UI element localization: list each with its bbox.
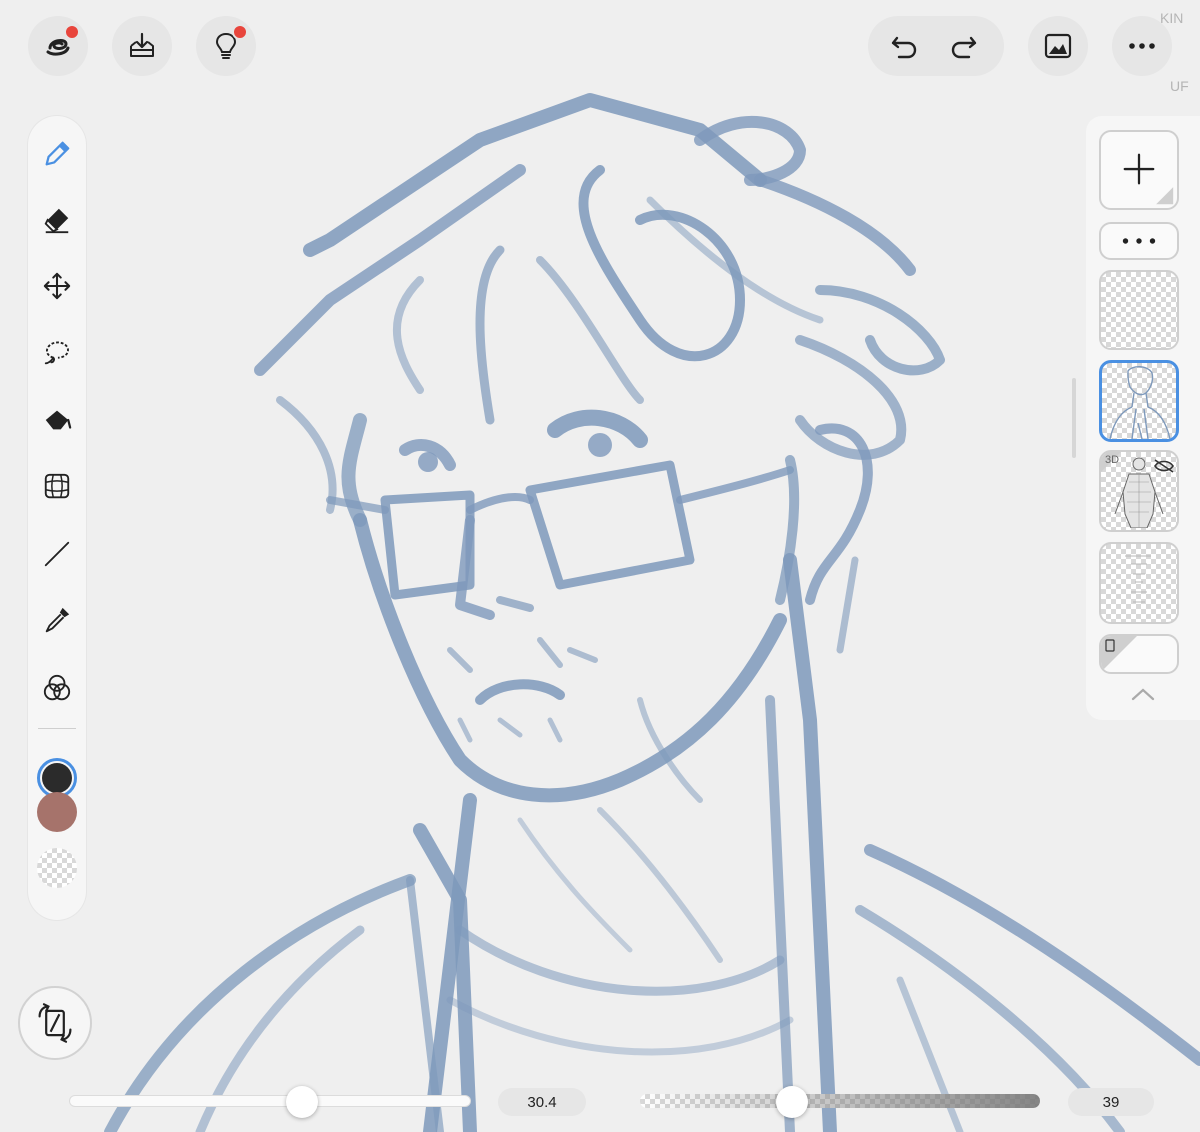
sketch-stroke [475,245,505,425]
sketch-stroke [475,679,565,705]
notes-thumbnail [1125,555,1151,603]
tool-move[interactable] [37,266,77,306]
lasso-icon [44,341,69,365]
color-blend-icon [43,674,71,701]
panel-scroll-handle[interactable] [1072,378,1076,458]
paper-layer[interactable] [1099,634,1179,674]
layer-thumbnail-active[interactable] [1099,360,1179,442]
tool-eyedropper[interactable] [37,600,77,640]
tool-lasso[interactable] [37,332,77,372]
sketch-stroke [896,976,964,1132]
sketch-stroke [276,396,337,514]
sketch-stroke [326,496,389,514]
sketch-stroke [380,490,475,600]
paint-bucket-icon [45,410,72,430]
more-horizontal-icon [1129,43,1155,49]
notification-dot [232,24,248,40]
margin-note: KIN [1160,10,1184,26]
brush-size-value[interactable]: 30.4 [498,1088,586,1116]
brush-icon [45,141,70,166]
more-button[interactable] [1112,16,1172,76]
undo-icon [891,36,917,59]
notification-dot [64,24,80,40]
brush-opacity-slider[interactable] [640,1094,1040,1108]
move-arrows-icon [43,272,71,300]
sketch-stroke [783,553,837,1132]
secondary-color-swatch[interactable] [37,792,77,832]
layer-3d-tag: 3D [1105,454,1120,466]
brush-opacity-slider-knob[interactable] [776,1086,808,1118]
sketch-stroke [836,556,859,654]
grid-transform-icon [44,473,70,499]
sketch-stroke [446,996,794,1056]
toolbar-divider [38,728,76,729]
sketch-stroke [455,515,495,620]
sketch-stroke [525,460,695,590]
drawing-canvas[interactable] [0,0,1200,1132]
brush-size-slider[interactable] [70,1096,470,1106]
save-download-icon [130,32,154,57]
tool-brush[interactable] [37,134,77,174]
hidden-eye-icon [1154,459,1174,473]
device-rotate-icon [38,1003,72,1043]
brush-opacity-value[interactable]: 39 [1068,1088,1154,1116]
tool-bar [28,116,86,920]
layers-panel: 3D [1086,116,1200,720]
sketch-stroke [104,874,416,1132]
sketch-stroke [676,466,794,504]
sketch-stroke [353,513,787,803]
collapse-layers-button[interactable] [1128,684,1158,704]
brush-size-slider-knob[interactable] [286,1086,318,1118]
add-layer-button[interactable] [1099,130,1179,210]
app-logo-button[interactable] [28,16,88,76]
tool-transform[interactable] [37,466,77,506]
sketch-stroke [588,433,612,457]
undo-button[interactable] [874,16,934,76]
layer-thumbnail-3d[interactable]: 3D [1099,450,1179,532]
more-horizontal-icon [1122,238,1156,244]
layer-options-button[interactable] [1099,222,1179,260]
transparent-color-swatch[interactable] [37,848,77,888]
margin-note: UF [1170,78,1189,94]
tool-line[interactable] [37,534,77,574]
swap-hands-button[interactable] [18,986,92,1060]
sketch-stroke [765,695,795,1132]
sketch-stroke [392,276,424,394]
sketch-stroke [517,817,633,953]
sketch-stroke [536,256,644,404]
sketch-thumbnail [1109,366,1171,439]
chevron-up-icon [1131,688,1155,701]
sketch-stroke [754,174,916,276]
tips-button[interactable] [196,16,256,76]
sketch-stroke [406,876,444,1132]
paper-icon [1101,636,1137,672]
redo-icon [951,36,977,59]
save-button[interactable] [112,16,172,76]
opacity-gradient [640,1094,1040,1108]
tool-fill[interactable] [37,400,77,440]
plus-icon [1123,153,1174,205]
tool-eraser[interactable] [37,200,77,240]
line-icon [44,541,70,567]
redo-button[interactable] [934,16,994,76]
gallery-button[interactable] [1028,16,1088,76]
sketch-stroke [457,717,563,743]
history-controls [868,16,1004,76]
gallery-image-icon [1044,33,1072,59]
sketch-stroke [496,596,534,612]
sketch-stroke [418,452,438,472]
sketch-stroke [466,493,534,514]
eraser-icon [44,208,69,234]
sketch-stroke [447,637,598,673]
layer-thumbnail[interactable] [1099,542,1179,624]
tool-blend[interactable] [37,668,77,708]
layer-thumbnail[interactable] [1099,270,1179,350]
eyedropper-icon [45,607,70,633]
